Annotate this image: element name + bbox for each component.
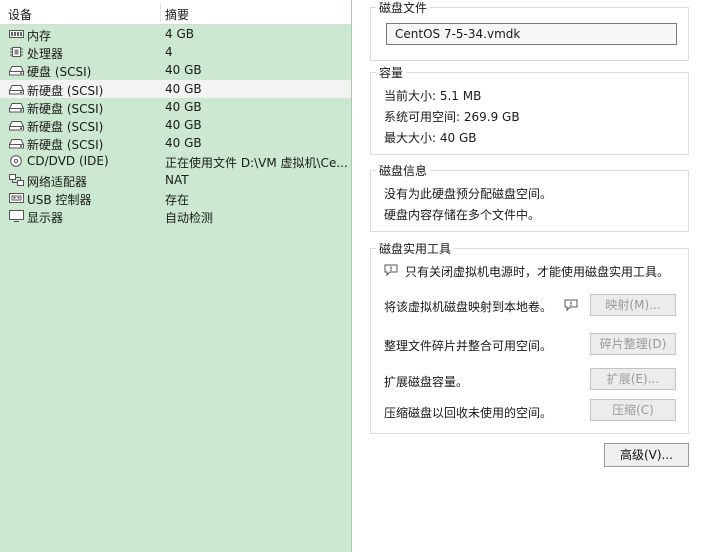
hard-disk-icon xyxy=(9,101,24,113)
device-row[interactable]: 网络适配器 NAT xyxy=(0,171,351,189)
expand-button[interactable]: 扩展(E)... xyxy=(590,368,676,390)
device-summary: 存在 xyxy=(165,192,190,207)
device-name: 网络适配器 xyxy=(27,174,88,189)
capacity-title: 容量 xyxy=(376,64,407,81)
hard-disk-icon xyxy=(9,119,24,131)
device-list: 设备 摘要 内存 4 GB 处理器 4 硬盘 (SCSI) 40 GB 新硬盘 (SCSI)… xyxy=(0,0,352,552)
device-row[interactable]: 新硬盘 (SCSI) 40 GB xyxy=(0,98,351,116)
power-off-notice: 只有关闭虚拟机电源时，才能使用磁盘实用工具。 xyxy=(405,265,670,279)
network-adapter-icon xyxy=(9,173,24,186)
device-name: 硬盘 (SCSI) xyxy=(27,65,92,80)
device-row[interactable]: 内存 4 GB xyxy=(0,25,351,43)
device-summary: 40 GB xyxy=(165,63,202,78)
hard-disk-icon xyxy=(9,137,24,149)
map-description: 将该虚拟机磁盘映射到本地卷。 xyxy=(384,300,553,314)
device-summary: 正在使用文件 D:\VM 虚拟机\Ce... xyxy=(165,156,348,171)
disk-utilities-title: 磁盘实用工具 xyxy=(376,240,455,257)
device-name: 显示器 xyxy=(27,210,64,225)
hard-disk-icon xyxy=(9,83,24,95)
memory-icon xyxy=(9,28,24,40)
column-separator[interactable] xyxy=(160,2,161,22)
info-icon xyxy=(564,299,578,311)
device-name: CD/DVD (IDE) xyxy=(27,154,109,169)
device-name: 新硬盘 (SCSI) xyxy=(27,138,104,153)
device-summary: 40 GB xyxy=(165,136,202,151)
device-summary: 自动检测 xyxy=(165,210,214,225)
multiple-files-text: 硬盘内容存储在多个文件中。 xyxy=(384,208,541,222)
device-summary: 40 GB xyxy=(165,99,202,114)
device-name: 新硬盘 (SCSI) xyxy=(27,119,104,134)
device-name: 新硬盘 (SCSI) xyxy=(27,101,104,116)
disk-info-title: 磁盘信息 xyxy=(376,162,431,179)
compact-button[interactable]: 压缩(C) xyxy=(590,399,676,421)
device-row[interactable]: 新硬盘 (SCSI) 40 GB xyxy=(0,79,351,98)
column-header-device[interactable]: 设备 xyxy=(8,6,32,23)
device-row[interactable]: USB 控制器 存在 xyxy=(0,189,351,207)
device-summary: 40 GB xyxy=(165,81,202,96)
device-list-header: 设备 摘要 xyxy=(0,0,351,25)
capacity-group: 容量 当前大小: 5.1 MB 系统可用空间: 269.9 GB 最大大小: 4… xyxy=(370,64,689,155)
column-header-summary[interactable]: 摘要 xyxy=(165,6,189,23)
disk-file-field[interactable]: CentOS 7-5-34.vmdk xyxy=(386,23,677,45)
disk-file-group: 磁盘文件 CentOS 7-5-34.vmdk xyxy=(370,0,689,61)
current-size-text: 当前大小: 5.1 MB xyxy=(384,89,482,103)
compact-description: 压缩磁盘以回收未使用的空间。 xyxy=(384,406,553,420)
device-row[interactable]: CD/DVD (IDE) 正在使用文件 D:\VM 虚拟机\Ce... xyxy=(0,152,351,170)
processor-icon xyxy=(9,46,24,58)
disk-file-title: 磁盘文件 xyxy=(376,0,431,16)
device-row[interactable]: 处理器 4 xyxy=(0,43,351,61)
device-summary: NAT xyxy=(165,172,189,187)
device-summary: 4 xyxy=(165,45,173,60)
device-row[interactable]: 新硬盘 (SCSI) 40 GB xyxy=(0,134,351,152)
device-summary: 40 GB xyxy=(165,117,202,132)
preallocation-text: 没有为此硬盘预分配磁盘空间。 xyxy=(384,187,553,201)
device-row[interactable]: 显示器 自动检测 xyxy=(0,207,351,225)
device-name: 内存 xyxy=(27,29,52,43)
device-name: USB 控制器 xyxy=(27,192,92,207)
device-row[interactable]: 硬盘 (SCSI) 40 GB xyxy=(0,61,351,79)
defragment-button[interactable]: 碎片整理(D) xyxy=(590,333,676,355)
device-summary: 4 GB xyxy=(165,27,194,41)
display-icon xyxy=(9,209,24,222)
expand-description: 扩展磁盘容量。 xyxy=(384,375,469,389)
device-rows: 内存 4 GB 处理器 4 硬盘 (SCSI) 40 GB 新硬盘 (SCSI) 40 GB 新… xyxy=(0,25,351,225)
disk-utilities-group: 磁盘实用工具 只有关闭虚拟机电源时，才能使用磁盘实用工具。 将该虚拟机磁盘映射到… xyxy=(370,240,689,434)
advanced-button[interactable]: 高级(V)... xyxy=(604,443,689,467)
system-free-space-text: 系统可用空间: 269.9 GB xyxy=(384,110,520,124)
defragment-description: 整理文件碎片并整合可用空间。 xyxy=(384,339,553,353)
device-name: 新硬盘 (SCSI) xyxy=(27,83,104,98)
disk-info-group: 磁盘信息 没有为此硬盘预分配磁盘空间。 硬盘内容存储在多个文件中。 xyxy=(370,162,689,232)
cd-dvd-icon xyxy=(9,155,24,168)
usb-controller-icon xyxy=(9,192,24,204)
map-button[interactable]: 映射(M)... xyxy=(590,294,676,316)
max-size-text: 最大大小: 40 GB xyxy=(384,131,477,145)
info-icon xyxy=(384,264,398,276)
device-name: 处理器 xyxy=(27,47,64,62)
device-row[interactable]: 新硬盘 (SCSI) 40 GB xyxy=(0,116,351,134)
hard-disk-icon xyxy=(9,64,24,76)
